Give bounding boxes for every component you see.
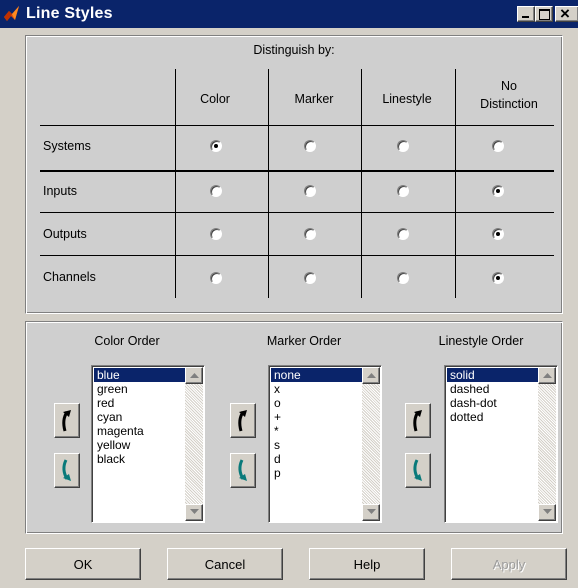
row-label-inputs: Inputs xyxy=(43,184,78,198)
linestyle-move-down-button[interactable] xyxy=(405,453,431,488)
scroll-down-button[interactable] xyxy=(185,504,203,521)
radio-channels-color[interactable] xyxy=(210,272,222,284)
scroll-up-button[interactable] xyxy=(538,367,556,384)
scroll-down-button[interactable] xyxy=(362,504,380,521)
radio-outputs-marker[interactable] xyxy=(304,228,316,240)
distinguish-heading: Distinguish by: xyxy=(253,43,335,57)
linestyle-order-list[interactable]: solid dashed dash-dot dotted xyxy=(444,365,558,523)
radio-systems-no-distinction[interactable] xyxy=(492,140,504,152)
column-header-color: Color xyxy=(200,92,230,106)
column-header-linestyle: Linestyle xyxy=(382,92,432,106)
list-item[interactable]: s xyxy=(271,438,363,452)
marker-order-list[interactable]: none x o + * s d p xyxy=(268,365,382,523)
cancel-button[interactable]: Cancel xyxy=(167,548,283,580)
apply-button[interactable]: Apply xyxy=(451,548,567,580)
list-item[interactable]: * xyxy=(271,424,363,438)
grid-line xyxy=(40,255,554,256)
color-move-up-button[interactable] xyxy=(54,403,80,438)
arrow-down-icon xyxy=(62,459,71,481)
radio-systems-marker[interactable] xyxy=(304,140,316,152)
list-item[interactable]: yellow xyxy=(94,438,186,452)
radio-systems-color[interactable] xyxy=(210,140,222,152)
scrollbar[interactable] xyxy=(185,367,203,521)
list-item[interactable]: cyan xyxy=(94,410,186,424)
list-item[interactable]: magenta xyxy=(94,424,186,438)
marker-move-down-button[interactable] xyxy=(230,453,256,488)
marker-order-label: Marker Order xyxy=(266,334,342,348)
radio-channels-linestyle[interactable] xyxy=(397,272,409,284)
list-item[interactable]: + xyxy=(271,410,363,424)
radio-outputs-color[interactable] xyxy=(210,228,222,240)
grid-line xyxy=(40,125,554,126)
linestyle-move-up-button[interactable] xyxy=(405,403,431,438)
window-title: Line Styles xyxy=(26,5,113,22)
arrow-up-icon xyxy=(238,410,247,432)
linestyle-order-label: Linestyle Order xyxy=(438,334,524,348)
radio-inputs-no-distinction[interactable] xyxy=(492,185,504,197)
help-button[interactable]: Help xyxy=(309,548,425,580)
grid-line xyxy=(175,69,176,298)
radio-outputs-no-distinction[interactable] xyxy=(492,228,504,240)
marker-move-up-button[interactable] xyxy=(230,403,256,438)
list-item[interactable]: black xyxy=(94,452,186,466)
list-item[interactable]: dash-dot xyxy=(447,396,539,410)
list-item[interactable]: x xyxy=(271,382,363,396)
radio-channels-no-distinction[interactable] xyxy=(492,272,504,284)
color-move-down-button[interactable] xyxy=(54,453,80,488)
close-icon[interactable]: × xyxy=(555,4,578,23)
radio-systems-linestyle[interactable] xyxy=(397,140,409,152)
scroll-up-button[interactable] xyxy=(185,367,203,384)
list-item[interactable]: d xyxy=(271,452,363,466)
arrow-down-icon xyxy=(413,459,422,481)
radio-inputs-linestyle[interactable] xyxy=(397,185,409,197)
maximize-icon[interactable] xyxy=(535,6,553,22)
distinguish-panel xyxy=(25,35,563,314)
list-item[interactable]: blue xyxy=(94,368,186,382)
grid-line xyxy=(40,212,554,213)
scroll-down-button[interactable] xyxy=(538,504,556,521)
arrow-up-icon xyxy=(413,410,422,432)
minimize-icon[interactable] xyxy=(517,6,535,22)
ok-button[interactable]: OK xyxy=(25,548,141,580)
color-order-list[interactable]: blue green red cyan magenta yellow black xyxy=(91,365,205,523)
title-bar: Line Styles × xyxy=(0,0,578,28)
column-header-marker: Marker xyxy=(294,92,334,106)
list-item[interactable]: p xyxy=(271,466,363,480)
list-item[interactable]: o xyxy=(271,396,363,410)
color-order-label: Color Order xyxy=(94,334,160,348)
radio-channels-marker[interactable] xyxy=(304,272,316,284)
scroll-up-button[interactable] xyxy=(362,367,380,384)
column-header-no: No xyxy=(501,79,517,93)
list-item[interactable]: dotted xyxy=(447,410,539,424)
radio-outputs-linestyle[interactable] xyxy=(397,228,409,240)
list-item[interactable]: none xyxy=(271,368,363,382)
arrow-down-icon xyxy=(238,459,247,481)
row-label-outputs: Outputs xyxy=(43,227,87,241)
list-item[interactable]: solid xyxy=(447,368,539,382)
list-item[interactable]: red xyxy=(94,396,186,410)
scrollbar[interactable] xyxy=(362,367,380,521)
row-label-channels: Channels xyxy=(43,270,96,284)
radio-inputs-color[interactable] xyxy=(210,185,222,197)
scrollbar[interactable] xyxy=(538,367,556,521)
list-item[interactable]: dashed xyxy=(447,382,539,396)
list-item[interactable]: green xyxy=(94,382,186,396)
grid-divider xyxy=(40,170,554,172)
grid-line xyxy=(361,69,362,298)
grid-line xyxy=(268,69,269,298)
column-header-distinction: Distinction xyxy=(480,97,538,111)
arrow-up-icon xyxy=(62,410,71,432)
radio-inputs-marker[interactable] xyxy=(304,185,316,197)
grid-line xyxy=(455,69,456,298)
matlab-icon xyxy=(4,6,19,21)
row-label-systems: Systems xyxy=(43,139,91,153)
